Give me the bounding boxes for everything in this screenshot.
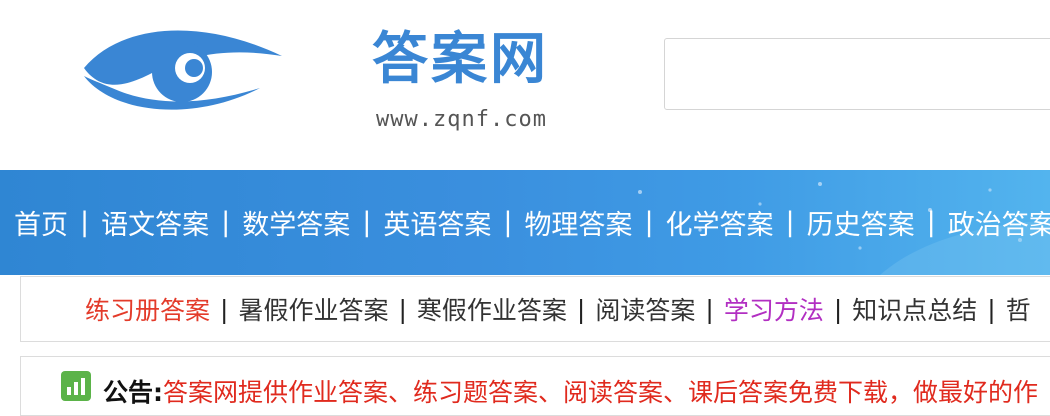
subnav-item-knowledge-summary[interactable]: 知识点总结 xyxy=(852,291,977,327)
subnav-separator: | xyxy=(398,294,407,324)
subnav-item-winter-homework[interactable]: 寒假作业答案 xyxy=(417,291,567,327)
nav-item-politics[interactable]: 政治答案 xyxy=(948,203,1050,242)
site-logo[interactable]: 答案网 www.zqnf.com xyxy=(82,18,546,132)
subnav-item-reading-answers[interactable]: 阅读答案 xyxy=(595,291,695,327)
subnav-separator: | xyxy=(833,294,843,324)
eye-logo-icon xyxy=(84,30,282,110)
nav-separator: | xyxy=(785,206,795,238)
main-nav-list: 首页 | 语文答案 | 数学答案 | 英语答案 | 物理答案 | 化学答案 | … xyxy=(14,200,1050,244)
sub-nav: 练习册答案 | 暑假作业答案 | 寒假作业答案 | 阅读答案 | 学习方法 | … xyxy=(20,276,1050,342)
subnav-item-workbook-answers[interactable]: 练习册答案 xyxy=(85,291,210,327)
nav-item-chemistry[interactable]: 化学答案 xyxy=(666,203,774,242)
subnav-separator: | xyxy=(576,294,586,324)
main-nav: 首页 | 语文答案 | 数学答案 | 英语答案 | 物理答案 | 化学答案 | … xyxy=(0,170,1050,275)
search-input[interactable] xyxy=(664,38,1050,110)
nav-separator: | xyxy=(80,206,90,238)
subnav-separator: | xyxy=(705,294,714,324)
nav-separator: | xyxy=(503,206,513,238)
logo-url: www.zqnf.com xyxy=(376,107,547,132)
nav-item-home[interactable]: 首页 xyxy=(14,203,68,242)
nav-item-history[interactable]: 历史答案 xyxy=(807,203,915,242)
nav-separator: | xyxy=(644,206,654,238)
subnav-item-philosophy[interactable]: 哲 xyxy=(1006,291,1031,327)
bar-chart-icon xyxy=(61,371,91,401)
nav-item-math[interactable]: 数学答案 xyxy=(242,203,350,242)
nav-item-physics[interactable]: 物理答案 xyxy=(524,203,632,242)
subnav-item-summer-homework[interactable]: 暑假作业答案 xyxy=(238,291,388,327)
nav-item-chinese[interactable]: 语文答案 xyxy=(101,203,209,242)
subnav-item-study-methods[interactable]: 学习方法 xyxy=(724,291,824,327)
nav-item-english[interactable]: 英语答案 xyxy=(383,203,491,242)
nav-separator: | xyxy=(926,206,936,238)
subnav-separator: | xyxy=(220,294,229,324)
logo-title: 答案网 xyxy=(372,26,549,92)
subnav-separator: | xyxy=(987,294,996,324)
nav-separator: | xyxy=(362,206,372,238)
notice-bar: 公告: 答案网提供作业答案、练习题答案、阅读答案、课后答案免费下载，做最好的作 xyxy=(20,356,1050,416)
site-header: 答案网 www.zqnf.com xyxy=(0,0,1050,170)
sub-nav-list: 练习册答案 | 暑假作业答案 | 寒假作业答案 | 阅读答案 | 学习方法 | … xyxy=(85,291,1031,327)
nav-separator: | xyxy=(221,206,231,238)
